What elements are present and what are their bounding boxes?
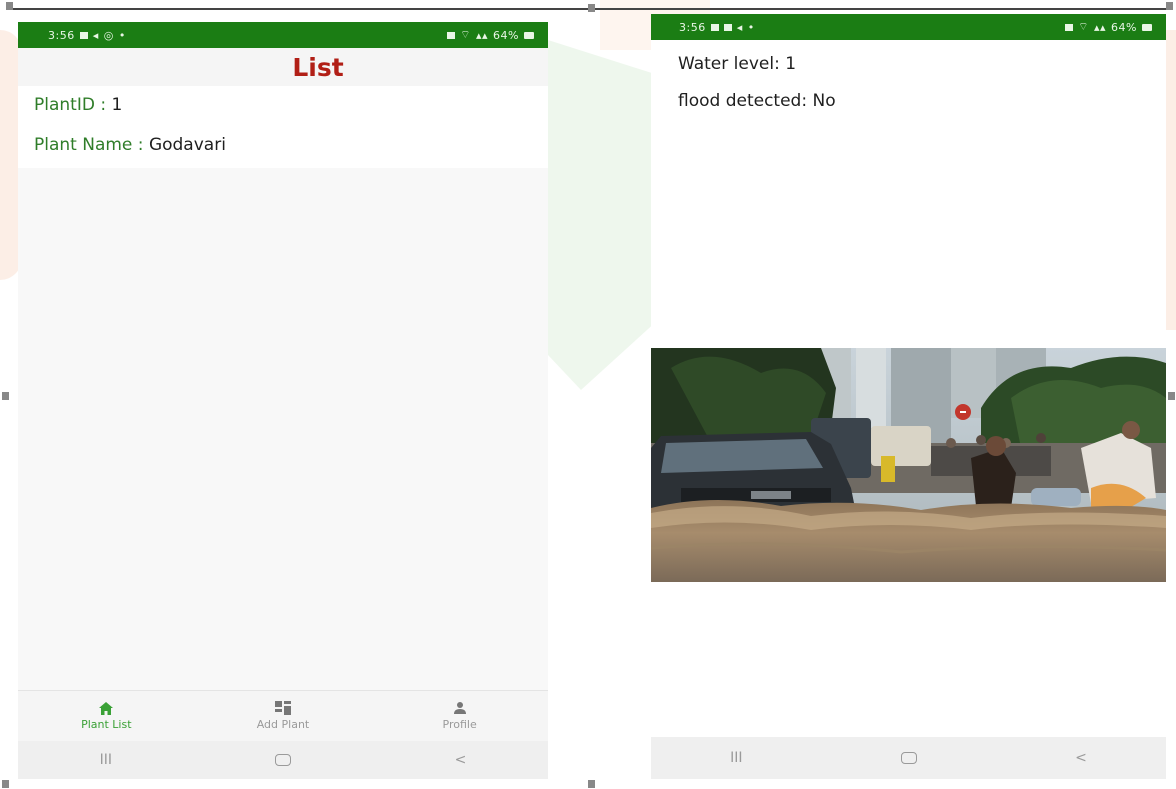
system-navigation-bar: III < xyxy=(18,741,548,779)
plant-card[interactable]: PlantID : 1 Plant Name : Godavari xyxy=(18,86,548,168)
water-level-row: Water level: 1 xyxy=(678,54,1139,74)
frame-handle xyxy=(2,780,9,788)
page-title: List xyxy=(292,52,344,82)
alarm-icon xyxy=(1065,23,1074,31)
plant-id-label: PlantID : xyxy=(34,95,112,115)
home-icon xyxy=(99,701,114,715)
status-time: 3:56 xyxy=(48,28,75,42)
nav-add-plant[interactable]: Add Plant xyxy=(208,701,358,731)
alarm-icon xyxy=(447,31,456,39)
dot-icon: • xyxy=(118,28,126,42)
nav-label: Plant List xyxy=(81,717,132,731)
frame-handle xyxy=(1166,2,1173,10)
flood-status-row: flood detected: No xyxy=(678,91,1139,111)
person-icon xyxy=(453,702,466,714)
frame-handle xyxy=(2,392,9,400)
home-button[interactable] xyxy=(900,752,917,764)
recents-button[interactable]: III xyxy=(100,752,112,768)
flood-label: flood detected: xyxy=(678,91,808,111)
nav-plant-list[interactable]: Plant List xyxy=(31,701,181,731)
status-bar: 3:56 ◂ • ⌔ ▴▴ 64% xyxy=(651,14,1166,40)
battery-icon xyxy=(1142,23,1152,31)
gallery-icon xyxy=(710,23,719,31)
flood-street-photo xyxy=(651,348,1166,582)
nav-profile[interactable]: Profile xyxy=(385,701,535,731)
plant-name-value: Godavari xyxy=(148,135,226,155)
app-icon: ◎ xyxy=(103,28,114,42)
battery-percent: 64% xyxy=(1111,20,1137,34)
plant-id-value: 1 xyxy=(111,95,123,115)
plant-id-row: PlantID : 1 xyxy=(34,94,532,116)
recents-button[interactable]: III xyxy=(730,750,742,766)
frame-handle xyxy=(588,780,595,788)
battery-icon xyxy=(524,31,534,39)
grid-icon xyxy=(274,701,291,715)
system-navigation-bar: III < xyxy=(651,737,1166,779)
status-time: 3:56 xyxy=(679,20,706,34)
telegram-icon: ◂ xyxy=(92,28,99,42)
message-icon xyxy=(723,23,732,31)
back-button[interactable]: < xyxy=(455,752,467,768)
nav-label: Profile xyxy=(442,718,477,731)
signal-icon: ▴▴ xyxy=(1094,20,1107,34)
flood-value: No xyxy=(812,91,836,111)
plant-name-row: Plant Name : Godavari xyxy=(34,134,532,156)
nav-label: Add Plant xyxy=(256,718,310,731)
message-icon xyxy=(79,31,88,39)
frame-handle xyxy=(1168,392,1175,400)
water-level-label: Water level: xyxy=(678,54,780,74)
dot-icon: • xyxy=(747,20,755,34)
app-header: List xyxy=(18,48,548,86)
wifi-icon: ⌔ xyxy=(460,28,471,41)
background-decoration xyxy=(548,40,658,390)
frame-handle xyxy=(6,2,13,10)
frame-handle xyxy=(588,4,595,12)
water-level-value: 1 xyxy=(785,54,797,74)
wifi-icon: ⌔ xyxy=(1078,20,1089,33)
plant-list-screen: 3:56 ◂ ◎ • ⌔ ▴▴ 64% List PlantID : 1 Pla… xyxy=(18,22,548,779)
bottom-navigation: Plant List Add Plant Profile xyxy=(18,690,548,741)
battery-percent: 64% xyxy=(493,28,519,42)
plant-name-label: Plant Name : xyxy=(34,135,149,155)
water-status-panel: Water level: 1 flood detected: No xyxy=(651,40,1166,111)
back-button[interactable]: < xyxy=(1075,750,1087,766)
home-button[interactable] xyxy=(275,754,292,766)
status-bar: 3:56 ◂ ◎ • ⌔ ▴▴ 64% xyxy=(18,22,548,48)
plant-detail-screen: 3:56 ◂ • ⌔ ▴▴ 64% Water level: 1 flood d… xyxy=(651,14,1166,779)
telegram-icon: ◂ xyxy=(736,20,743,34)
signal-icon: ▴▴ xyxy=(476,28,489,42)
